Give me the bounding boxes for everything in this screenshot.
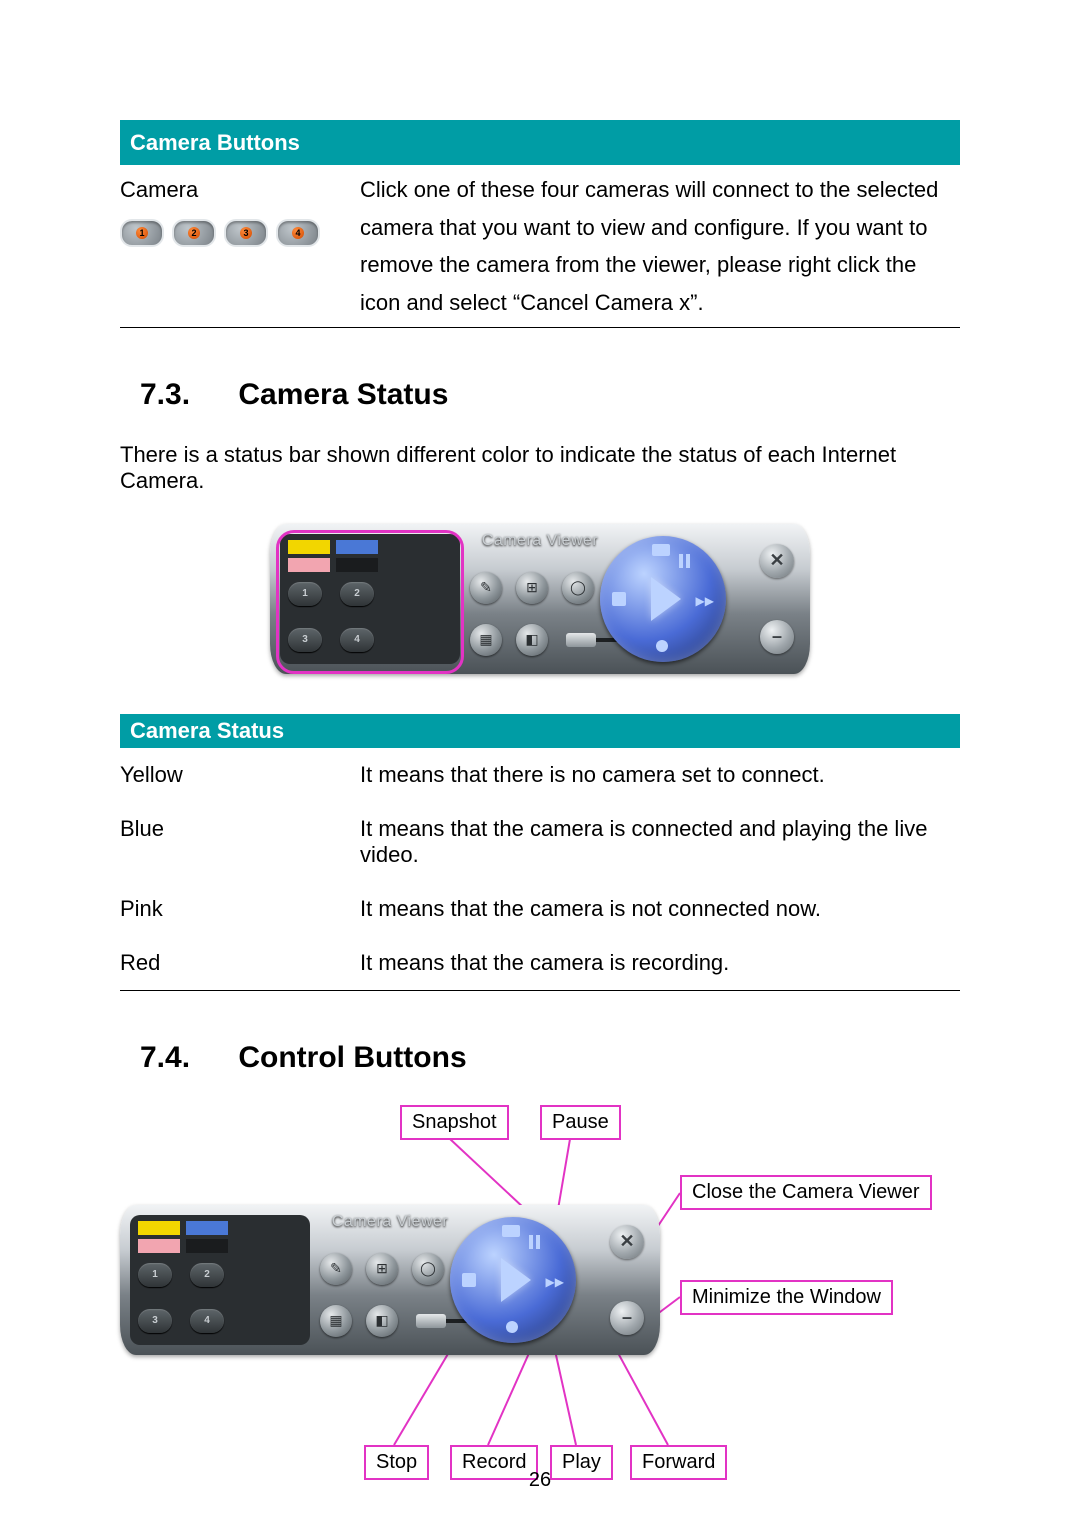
panel1-icon-a[interactable]: ✎ <box>470 572 502 604</box>
camera-pill-4-label: 4 <box>292 227 304 239</box>
dial2-stop-icon[interactable] <box>462 1273 476 1287</box>
panel2-cam1[interactable]: 1 <box>138 1263 172 1287</box>
panel1-icon-b[interactable]: ⊞ <box>516 572 548 604</box>
status-box-dark-2 <box>186 1239 228 1253</box>
camera-buttons-header: Camera Buttons <box>120 120 960 165</box>
callout-stop: Stop <box>364 1445 429 1480</box>
dial-snapshot-icon[interactable] <box>652 544 670 556</box>
panel1-cam2[interactable]: 2 <box>340 582 374 606</box>
callout-pause: Pause <box>540 1105 621 1140</box>
status-box-pink <box>288 558 330 572</box>
camera-status-table: Camera Status Yellow It means that there… <box>120 714 960 991</box>
panel2-icon-f[interactable]: ◧ <box>366 1305 398 1337</box>
status-row-pink: Pink It means that the camera is not con… <box>120 882 960 936</box>
panel2-cam-row-bot: 3 4 <box>138 1309 224 1333</box>
camera-pill-1-label: 1 <box>136 227 148 239</box>
camera-pill-1[interactable]: 1 <box>120 219 164 247</box>
panel1-cam1[interactable]: 1 <box>288 582 322 606</box>
heading-7-3-title: Camera Status <box>238 378 448 411</box>
panel1-cam-row-bot: 3 4 <box>288 628 374 652</box>
panel1-close-button[interactable]: ✕ <box>760 544 794 578</box>
status-color-red: Red <box>120 936 360 991</box>
heading-7-4-title: Control Buttons <box>238 1041 466 1074</box>
panel1-icon-f[interactable]: ◧ <box>516 624 548 656</box>
camera-label-cell: Camera 1 2 3 4 <box>120 165 360 327</box>
dial2-forward-icon[interactable]: ▶▶ <box>546 1275 564 1289</box>
camera-pill-3[interactable]: 3 <box>224 219 268 247</box>
panel1-icon-c[interactable]: ◯ <box>562 572 594 604</box>
panel2-dial: ▶▶ <box>450 1217 576 1343</box>
status-desc-blue: It means that the camera is connected an… <box>360 802 960 882</box>
camera-pill-2-label: 2 <box>188 227 200 239</box>
panel2-icon-c[interactable]: ◯ <box>412 1253 444 1285</box>
panel1-cam-row-top: 1 2 <box>288 582 374 606</box>
status-color-pink: Pink <box>120 882 360 936</box>
status-row-red: Red It means that the camera is recordin… <box>120 936 960 991</box>
panel2-icon-b[interactable]: ⊞ <box>366 1253 398 1285</box>
dial2-play-icon[interactable] <box>501 1258 531 1302</box>
status-desc-pink: It means that the camera is not connecte… <box>360 882 960 936</box>
control-buttons-diagram: Snapshot Pause Close the Camera Viewer M… <box>120 1105 960 1505</box>
heading-7-3-number: 7.3. <box>140 378 230 412</box>
camera-pill-row: 1 2 3 4 <box>120 219 350 247</box>
dial2-snapshot-icon[interactable] <box>502 1225 520 1237</box>
panel2-icon-e[interactable]: ▦ <box>320 1305 352 1337</box>
dial-record-icon[interactable] <box>656 640 668 652</box>
status-desc-yellow: It means that there is no camera set to … <box>360 748 960 802</box>
page-number: 26 <box>529 1469 551 1492</box>
status-row-blue: Blue It means that the camera is connect… <box>120 802 960 882</box>
callout-minimize: Minimize the Window <box>680 1280 893 1315</box>
camera-status-header: Camera Status <box>120 714 960 748</box>
panel2-icon-a[interactable]: ✎ <box>320 1253 352 1285</box>
status-box-pink-2 <box>138 1239 180 1253</box>
panel2-cam3[interactable]: 3 <box>138 1309 172 1333</box>
camera-pill-3-label: 3 <box>240 227 252 239</box>
callout-record: Record <box>450 1445 538 1480</box>
camera-viewer-panel-2: 1 2 3 4 Camera Viewer ✎ ⊞ ◯ ◐ ▦ ◧ <box>120 1205 660 1355</box>
status-panel-wrap: 1 2 3 4 Camera Viewer ✎ ⊞ ◯ ◐ ▦ ◧ <box>120 524 960 674</box>
panel1-icon-e[interactable]: ▦ <box>470 624 502 656</box>
callout-play: Play <box>550 1445 613 1480</box>
status-color-yellow: Yellow <box>120 748 360 802</box>
dial2-record-icon[interactable] <box>506 1321 518 1333</box>
heading-7-4: 7.4. Control Buttons <box>140 1041 960 1075</box>
callout-snapshot: Snapshot <box>400 1105 509 1140</box>
status-box-dark <box>336 558 378 572</box>
panel1-title: Camera Viewer <box>270 532 810 550</box>
camera-label: Camera <box>120 171 350 208</box>
heading-7-4-number: 7.4. <box>140 1041 230 1075</box>
callout-close: Close the Camera Viewer <box>680 1175 932 1210</box>
panel1-dial: ▶▶ <box>600 536 726 662</box>
dial-pause-icon[interactable] <box>679 554 690 568</box>
heading-7-3: 7.3. Camera Status <box>140 378 960 412</box>
callout-forward: Forward <box>630 1445 727 1480</box>
status-color-blue: Blue <box>120 802 360 882</box>
panel1-cam4[interactable]: 4 <box>340 628 374 652</box>
camera-pill-4[interactable]: 4 <box>276 219 320 247</box>
section-7-3-intro: There is a status bar shown different co… <box>120 442 960 494</box>
panel2-cam2[interactable]: 2 <box>190 1263 224 1287</box>
panel1-cam3[interactable]: 3 <box>288 628 322 652</box>
panel2-cam-row-top: 1 2 <box>138 1263 224 1287</box>
camera-buttons-description: Click one of these four cameras will con… <box>360 165 960 327</box>
dial-forward-icon[interactable]: ▶▶ <box>696 594 714 608</box>
panel2-title: Camera Viewer <box>120 1213 660 1231</box>
panel1-minimize-button[interactable]: – <box>760 620 794 654</box>
panel2-minimize-button[interactable]: – <box>610 1301 644 1335</box>
page: Camera Buttons Camera 1 2 3 4 Click one … <box>0 0 1080 1528</box>
status-row-yellow: Yellow It means that there is no camera … <box>120 748 960 802</box>
status-desc-red: It means that the camera is recording. <box>360 936 960 991</box>
panel2-close-button[interactable]: ✕ <box>610 1225 644 1259</box>
dial2-pause-icon[interactable] <box>529 1235 540 1249</box>
dial-play-icon[interactable] <box>651 577 681 621</box>
camera-viewer-panel-1: 1 2 3 4 Camera Viewer ✎ ⊞ ◯ ◐ ▦ ◧ <box>270 524 810 674</box>
panel2-cam4[interactable]: 4 <box>190 1309 224 1333</box>
camera-buttons-table: Camera Buttons Camera 1 2 3 4 Click one … <box>120 120 960 328</box>
dial-stop-icon[interactable] <box>612 592 626 606</box>
camera-pill-2[interactable]: 2 <box>172 219 216 247</box>
